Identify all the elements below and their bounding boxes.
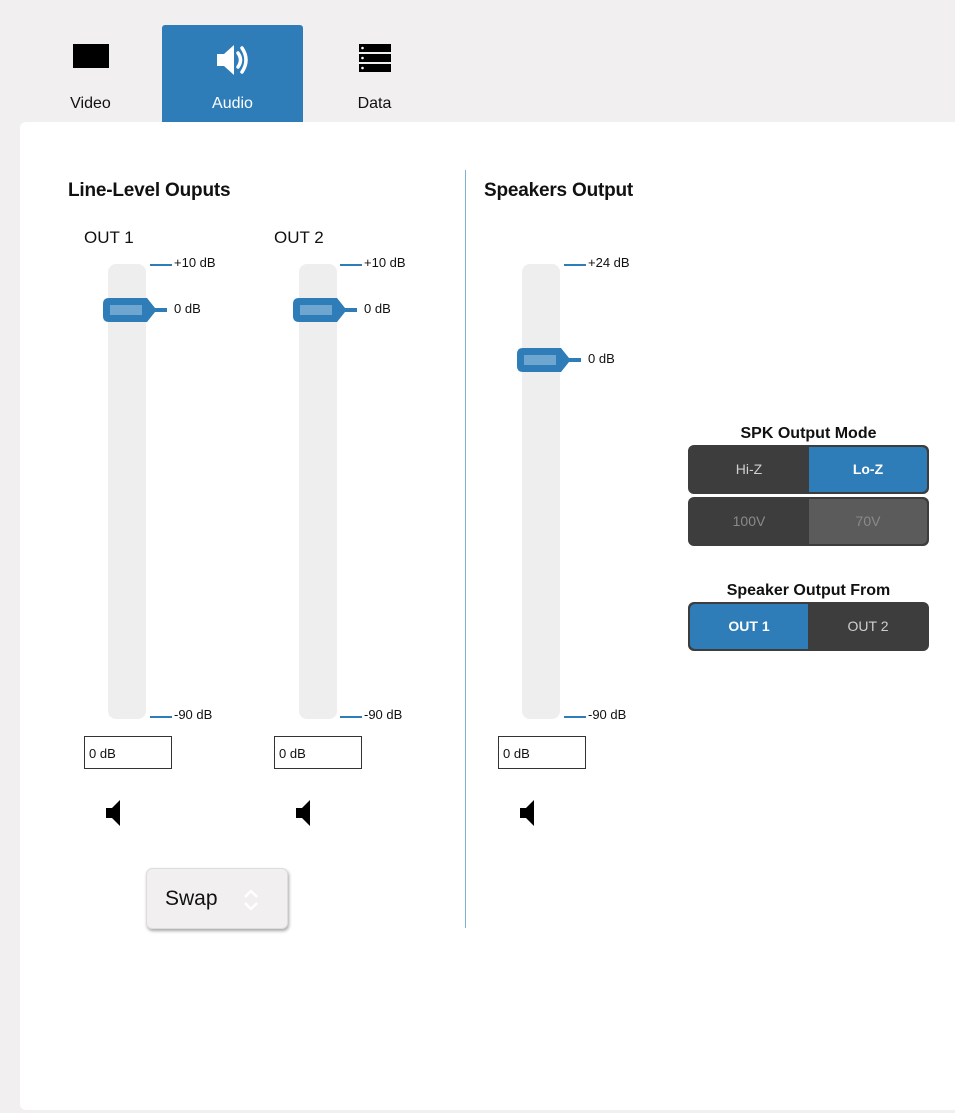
monitor-icon [72, 43, 110, 74]
hi-z-button[interactable]: Hi-Z [690, 447, 808, 492]
speakers-max-tick [564, 264, 586, 266]
speakers-title: Speakers Output [484, 180, 634, 201]
out1-max-label: +10 dB [174, 255, 216, 270]
tab-label: Audio [212, 95, 253, 112]
out1-level-field[interactable]: 0 dB [84, 736, 172, 769]
tab-label: Data [357, 95, 392, 112]
tab-audio[interactable]: Audio [162, 25, 303, 123]
out1-zero-label: 0 dB [174, 301, 201, 316]
out1-mute-speaker-icon[interactable] [106, 798, 120, 828]
out2-min-label: -90 dB [364, 707, 403, 722]
speakers-min-tick [564, 716, 586, 718]
out2-zero-label: 0 dB [364, 301, 391, 316]
out2-max-label: +10 dB [364, 255, 406, 270]
out2-min-tick [340, 716, 362, 718]
tab-label: Video [70, 95, 111, 112]
out1-min-label: -90 dB [174, 707, 213, 722]
out1-fader-thumb[interactable] [103, 298, 167, 322]
70v-button[interactable]: 70V [809, 499, 927, 544]
swap-arrows-icon [241, 889, 261, 916]
speakers-min-label: -90 dB [588, 707, 627, 722]
speakers-max-label: +24 dB [588, 255, 630, 270]
tab-video[interactable]: Video [20, 25, 161, 123]
source-out2-button[interactable]: OUT 2 [809, 604, 927, 649]
tab-data[interactable]: Data [304, 25, 445, 123]
speaker-output-from-title: Speaker Output From [726, 582, 891, 599]
100v-button[interactable]: 100V [690, 499, 808, 544]
out1-max-tick [150, 264, 172, 266]
out2-mute-speaker-icon[interactable] [296, 798, 310, 828]
speakers-fader-thumb[interactable] [517, 348, 581, 372]
out2-label: OUT 2 [274, 228, 324, 247]
source-out1-button[interactable]: OUT 1 [690, 604, 808, 649]
lo-z-button[interactable]: Lo-Z [809, 447, 927, 492]
out2-fader-track[interactable] [299, 264, 337, 719]
out2-max-tick [340, 264, 362, 266]
spk-output-mode-title: SPK Output Mode [740, 425, 877, 442]
line-level-title: Line-Level Ouputs [68, 180, 231, 201]
data-list-icon [358, 43, 392, 78]
swap-button[interactable]: Swap [146, 868, 288, 929]
speakers-mute-speaker-icon[interactable] [520, 798, 534, 828]
speakers-fader-track[interactable] [522, 264, 560, 719]
section-divider [465, 170, 466, 928]
out2-level-field[interactable]: 0 dB [274, 736, 362, 769]
voltage-toggle: 100V 70V [688, 497, 929, 546]
speaker-icon [215, 43, 251, 82]
out1-label: OUT 1 [84, 228, 134, 247]
out2-fader-thumb[interactable] [293, 298, 357, 322]
out1-min-tick [150, 716, 172, 718]
speakers-zero-label: 0 dB [588, 351, 615, 366]
speaker-source-toggle: OUT 1 OUT 2 [688, 602, 929, 651]
speakers-level-field[interactable]: 0 dB [498, 736, 586, 769]
swap-label: Swap [165, 887, 218, 910]
impedance-toggle: Hi-Z Lo-Z [688, 445, 929, 494]
out1-fader-track[interactable] [108, 264, 146, 719]
